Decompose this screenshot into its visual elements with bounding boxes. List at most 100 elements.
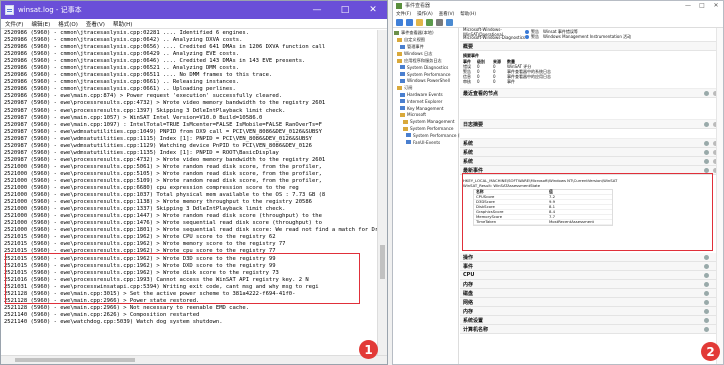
log-line: 2521128 (5960) - ewe\main.cpp:2966) > Po… [4,297,200,304]
section-8[interactable]: 系统设置 [460,316,723,325]
expand-icon[interactable] [704,122,709,127]
section-log-summary[interactable]: 日志摘要 [460,120,723,129]
minimize-button[interactable]: — [303,1,331,19]
menu-format[interactable]: 格式(O) [58,20,78,28]
tree-item[interactable]: 应用程序和服务日志 [394,57,457,64]
notepad-text-area[interactable]: 2520986 (5960) - cmmon\jtracesaslysis.cp… [1,30,377,355]
expand-icon[interactable] [704,300,709,305]
tree-item[interactable]: 自定义视图 [394,37,457,44]
help-icon[interactable] [436,19,443,26]
ev-titlebar[interactable]: 事件查看器 — □ ✕ [393,1,723,10]
section-recent[interactable]: 最近查看的节点 [460,89,723,98]
tree-item[interactable]: Hardware Events [394,91,457,98]
menu-view[interactable]: 查看(V) [439,11,455,17]
expand-icon[interactable] [704,291,709,296]
log-line: 2521000 (5960) - ewe\processresults.cpp:… [4,185,299,192]
section-6[interactable]: 网络 [460,298,723,307]
expand-icon[interactable] [704,168,709,173]
tree-item[interactable]: Internet Explorer [394,98,457,105]
tree-item[interactable]: System Performance (Main) [394,132,471,139]
folder-icon [403,126,408,131]
menu-view[interactable]: 查看(V) [86,20,105,28]
tree-item[interactable]: System Performance [394,71,457,78]
scrollbar-thumb[interactable] [380,245,385,279]
log-line: 2521000 (5960) - ewe\processresults.cpp:… [4,163,322,170]
grid-icon[interactable] [426,19,433,26]
log-line: 2520987 (5960) - ewe\wdmsatutilities.cpp… [4,128,322,135]
scrollbar-thumb[interactable] [15,358,135,362]
ev-scrollbar[interactable] [716,28,723,364]
tree-item[interactable]: Microsoft [394,112,457,119]
ev-title: 事件查看器 [405,3,431,9]
section-c[interactable]: 系统 [460,157,723,166]
forward-icon[interactable] [406,19,413,26]
expand-icon[interactable] [704,150,709,155]
section-1[interactable]: 操作 [460,253,723,262]
log-line: 2521000 (5960) - ewe\processresults.cpp:… [4,220,322,227]
back-icon[interactable] [396,19,403,26]
log-line: 2520987 (5960) - ewe\processresults.cpp:… [4,156,326,163]
expand-icon[interactable] [704,327,709,332]
close-button[interactable]: ✕ [359,1,387,19]
vertical-scrollbar[interactable] [377,30,387,355]
close-button[interactable]: ✕ [709,2,723,9]
menu-action[interactable]: 操作(A) [417,11,433,17]
table-cell: Windows Management Instrumentation 活动 [543,34,632,40]
folder-icon[interactable] [416,19,423,26]
section-latest-events[interactable]: 最新事件 [460,166,723,175]
menu-help[interactable]: 帮助(H) [113,20,132,28]
section-7[interactable]: 内存 [460,307,723,316]
section-2[interactable]: 事件 [460,262,723,271]
tree-item[interactable]: Windows 日志 [394,50,457,57]
tree-item[interactable]: System Performance [394,125,457,132]
notepad-titlebar[interactable]: winsat.log - 记事本 — □ ✕ [1,1,387,19]
log-icon [400,78,405,83]
log-line: 2520986 (5960) - cmmon\jtracesaslysis.cp… [4,65,240,72]
expand-icon[interactable] [704,309,709,314]
expand-icon[interactable] [704,141,709,146]
menu-file[interactable]: 文件(F) [5,20,23,28]
log-icon [400,92,405,97]
section-b[interactable]: 系统 [460,148,723,157]
log-line: 2521015 (5960) - ewe\processresults.cpp:… [4,241,286,248]
folder-icon [397,51,402,56]
menu-edit[interactable]: 编辑(E) [31,20,50,28]
maximize-button[interactable]: □ [331,1,359,19]
section-4[interactable]: 内存 [460,280,723,289]
summary-row[interactable]: 审核 0 0 事件 [463,79,720,85]
expand-icon[interactable] [704,255,709,260]
tree-item[interactable]: 管理事件 [394,44,457,51]
expand-icon[interactable] [704,273,709,278]
section-a[interactable]: 系统 [460,139,723,148]
tree-item[interactable]: FanUI-Events [394,139,457,146]
properties-icon[interactable] [446,19,453,26]
tree-item[interactable]: Key Management [394,105,457,112]
tree-label: 自定义视图 [404,37,425,43]
tree-item[interactable]: System Diagnostics [394,64,457,71]
menu-file[interactable]: 文件(F) [396,11,411,17]
tree-label: Windows PowerShell [407,78,450,84]
tree-item[interactable]: System Management [394,118,457,125]
section-3[interactable]: CPU [460,271,723,280]
maximize-button[interactable]: □ [695,2,709,9]
expand-icon[interactable] [704,91,709,96]
section-9[interactable]: 计算机名称 [460,325,723,334]
property-row[interactable]: TimeTaken MostRecentAssessment [474,219,612,225]
expand-icon[interactable] [704,264,709,269]
log-line: 2521000 (5960) - ewe\processresults.cpp:… [4,177,322,184]
table-row[interactable]: Microsoft-Windows-Diagnostics 警告 Windows… [463,34,720,41]
expand-icon[interactable] [704,282,709,287]
tree-item[interactable]: Windows PowerShell [394,78,457,85]
menu-help[interactable]: 帮助(H) [460,11,476,17]
notepad-title: winsat.log - 记事本 [18,6,82,14]
section-5[interactable]: 磁盘 [460,289,723,298]
section-overview[interactable]: 概要 [460,42,723,51]
tree-item[interactable]: 订阅 [394,84,457,91]
expand-icon[interactable] [704,318,709,323]
log-line: 2520987 (5960) - ewe\processresults.cpp:… [4,107,286,114]
minimize-button[interactable]: — [681,2,695,9]
expand-icon[interactable] [704,159,709,164]
horizontal-scrollbar[interactable] [1,355,387,364]
tree-item[interactable]: 事件查看器(本地) [394,30,457,37]
callout-badge-2: 2 [701,342,720,361]
